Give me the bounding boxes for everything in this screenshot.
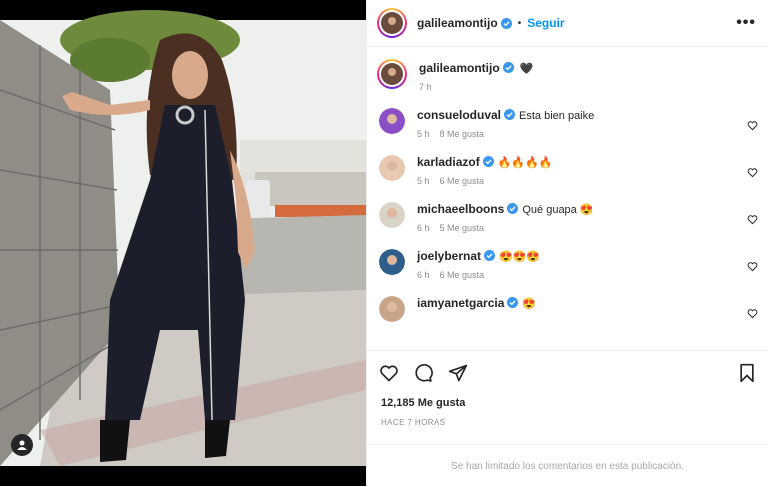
comment-avatar[interactable] bbox=[379, 108, 405, 134]
author-username[interactable]: galileamontijo bbox=[417, 16, 498, 30]
comment-time: 5 h bbox=[417, 129, 430, 139]
verified-badge-icon bbox=[507, 297, 519, 308]
verified-badge-icon bbox=[507, 203, 519, 214]
comment-row: iamyanetgarcia 😍 bbox=[367, 296, 768, 327]
like-heart-icon[interactable] bbox=[379, 363, 399, 383]
verified-badge-icon bbox=[484, 250, 496, 261]
verified-badge-icon bbox=[500, 17, 512, 29]
comment-like-heart-icon[interactable] bbox=[747, 214, 758, 225]
comment-bubble-icon[interactable] bbox=[413, 363, 434, 383]
comment-row: consueloduval Esta bien paike 5 h 8 Me gust… bbox=[367, 108, 768, 139]
share-send-icon[interactable] bbox=[448, 363, 468, 383]
post-actions-bar bbox=[367, 350, 768, 403]
follow-button[interactable]: Seguir bbox=[527, 16, 564, 30]
comment-username[interactable]: iamyanetgarcia bbox=[417, 296, 504, 310]
post-header: galileamontijo • Seguir ••• bbox=[367, 0, 768, 47]
instagram-post-view: galileamontijo • Seguir ••• galileamonti… bbox=[0, 0, 768, 486]
comments-list[interactable]: galileamontijo 🖤 7 h consueloduval Esta b… bbox=[367, 47, 768, 347]
verified-badge-icon bbox=[504, 109, 516, 120]
comment-text: 🔥🔥🔥🔥 bbox=[497, 157, 553, 169]
comment-like-count[interactable]: 6 Me gusta bbox=[440, 176, 485, 186]
save-bookmark-icon[interactable] bbox=[738, 363, 756, 383]
verified-badge-icon bbox=[482, 156, 494, 167]
comment-like-count[interactable]: 5 Me gusta bbox=[440, 223, 485, 233]
comment-text: Qué guapa 😍 bbox=[522, 204, 594, 216]
post-timestamp: HACE 7 HORAS bbox=[381, 418, 446, 427]
comments-limited-notice: Se han limitado los comentarios en esta … bbox=[367, 444, 768, 487]
comment-username[interactable]: consueloduval bbox=[417, 108, 501, 122]
comment-avatar[interactable] bbox=[379, 202, 405, 228]
comment-username[interactable]: karladiazof bbox=[417, 155, 480, 169]
comment-time: 5 h bbox=[417, 176, 430, 186]
caption-avatar[interactable] bbox=[377, 59, 407, 89]
comment-text: Esta bien paike bbox=[519, 110, 595, 122]
post-photo[interactable] bbox=[0, 0, 366, 486]
comment-text: 😍😍😍 bbox=[499, 251, 541, 263]
comment-row: joelybernat 😍😍😍 6 h 6 Me gusta bbox=[367, 249, 768, 280]
caption-username[interactable]: galileamontijo bbox=[419, 61, 500, 75]
post-side-panel: galileamontijo • Seguir ••• galileamonti… bbox=[366, 0, 768, 486]
header-separator: • bbox=[517, 17, 522, 29]
caption-time: 7 h bbox=[419, 82, 432, 92]
comment-row: michaeelboons Qué guapa 😍 6 h 5 Me gusta bbox=[367, 202, 768, 233]
comment-like-heart-icon[interactable] bbox=[747, 167, 758, 178]
comment-row: karladiazof 🔥🔥🔥🔥 5 h 6 Me gusta bbox=[367, 155, 768, 186]
comment-like-heart-icon[interactable] bbox=[747, 261, 758, 272]
comment-text: 😍 bbox=[522, 298, 537, 310]
like-count[interactable]: 12,185 Me gusta bbox=[381, 397, 465, 409]
caption-text: 🖤 bbox=[519, 63, 534, 75]
comment-time: 6 h bbox=[417, 270, 430, 280]
comment-like-count[interactable]: 8 Me gusta bbox=[440, 129, 485, 139]
user-tag-icon[interactable] bbox=[11, 434, 33, 456]
author-avatar[interactable] bbox=[377, 8, 407, 38]
comment-like-heart-icon[interactable] bbox=[747, 120, 758, 131]
verified-badge-icon bbox=[502, 62, 514, 73]
comment-avatar[interactable] bbox=[379, 249, 405, 275]
more-options-icon[interactable]: ••• bbox=[736, 14, 756, 32]
post-caption: galileamontijo 🖤 7 h bbox=[367, 47, 768, 92]
comment-like-count[interactable]: 6 Me gusta bbox=[440, 270, 485, 280]
comment-avatar[interactable] bbox=[379, 296, 405, 322]
post-image bbox=[0, 0, 366, 486]
comment-like-heart-icon[interactable] bbox=[747, 308, 758, 319]
comment-avatar[interactable] bbox=[379, 155, 405, 181]
comment-username[interactable]: joelybernat bbox=[417, 249, 481, 263]
comment-time: 6 h bbox=[417, 223, 430, 233]
comment-username[interactable]: michaeelboons bbox=[417, 202, 504, 216]
